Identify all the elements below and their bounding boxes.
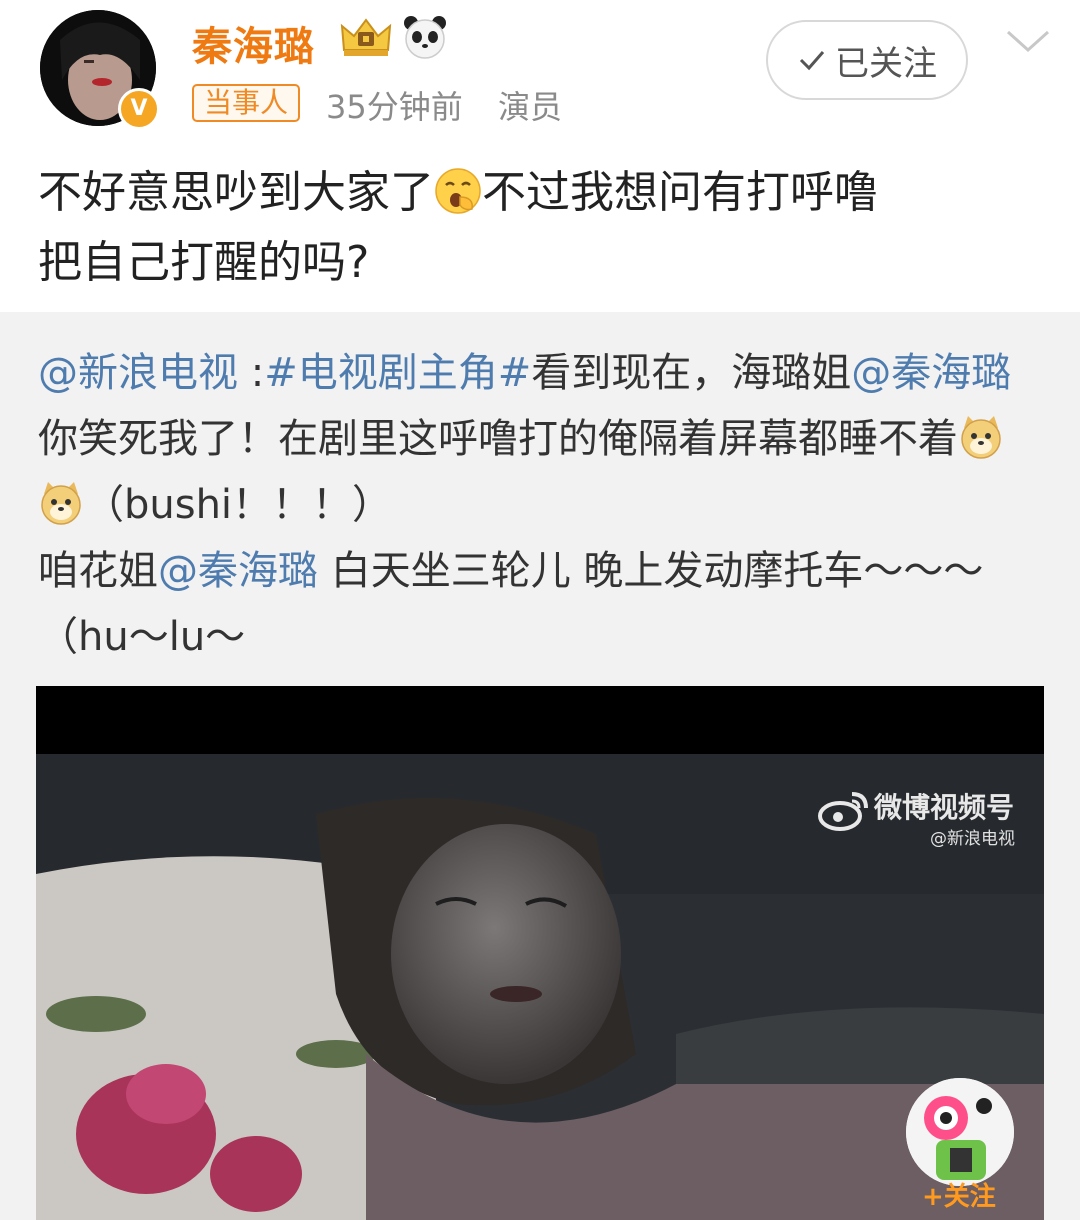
video-player[interactable]: 微博视频号 @新浪电视 +关注 <box>36 686 1044 1220</box>
mention-qin-1[interactable]: @秦海璐 <box>851 350 1011 396</box>
check-icon <box>799 51 825 71</box>
topic-separator: : <box>238 350 265 396</box>
repost-text-d: 咱花姐 <box>38 548 158 594</box>
yawn-emoji-icon <box>435 168 481 214</box>
weibo-logo-icon <box>818 792 868 831</box>
repost-text-a: 看到现在，海璐姐 <box>531 350 852 396</box>
post-time: 35分钟前 <box>326 88 463 126</box>
panda-badge-icon[interactable] <box>402 14 448 60</box>
post-header: V 秦海璐 当事人 35分钟前 演员 已关注 不好意思吵到大家了 不过我想问有打… <box>0 0 1080 312</box>
author-role: 演员 <box>498 88 563 126</box>
verified-v-icon: V <box>118 88 160 130</box>
mention-qin-2[interactable]: @秦海璐 <box>158 548 318 594</box>
following-label: 已关注 <box>835 43 937 84</box>
post-line1-start: 不好意思吵到大家了 <box>38 167 434 218</box>
weibo-post-page: V 秦海璐 当事人 35分钟前 演员 已关注 不好意思吵到大家了 不过我想问有打… <box>0 0 1080 1220</box>
doge-emoji-icon <box>961 416 1001 459</box>
chevron-down-icon[interactable] <box>1004 26 1052 56</box>
mention-source[interactable]: @新浪电视 <box>38 350 238 396</box>
post-line1-end: 不过我想问有打呼噜 <box>482 167 878 218</box>
doge-emoji-icon <box>41 482 81 525</box>
repost-card[interactable]: @新浪电视 :#电视剧主角#看到现在，海璐姐@秦海璐 你笑死我了！在剧里这呼噜打… <box>0 312 1080 1220</box>
channel-mascot-avatar[interactable] <box>906 1078 1014 1186</box>
watermark-title: 微博视频号 <box>874 791 1015 824</box>
topic-link[interactable]: #电视剧主角# <box>264 350 531 396</box>
repost-text-b: 你笑死我了！在剧里这呼噜打的俺隔着屏幕都睡不着 <box>38 416 958 462</box>
video-follow-button[interactable]: +关注 <box>922 1176 996 1213</box>
post-text: 不好意思吵到大家了 不过我想问有打呼噜 把自己打醒的吗? <box>38 158 1048 298</box>
repost-text: @新浪电视 :#电视剧主角#看到现在，海璐姐@秦海璐 你笑死我了！在剧里这呼噜打… <box>38 340 1048 670</box>
username[interactable]: 秦海璐 <box>192 14 315 72</box>
repost-text-c: （bushi！！！） <box>84 482 393 528</box>
crown-badge-icon[interactable] <box>338 14 394 60</box>
following-button[interactable]: 已关注 <box>766 20 968 100</box>
post-line2: 把自己打醒的吗? <box>38 237 370 288</box>
watermark-subtitle: @新浪电视 <box>930 829 1015 849</box>
party-tag: 当事人 <box>192 84 301 122</box>
